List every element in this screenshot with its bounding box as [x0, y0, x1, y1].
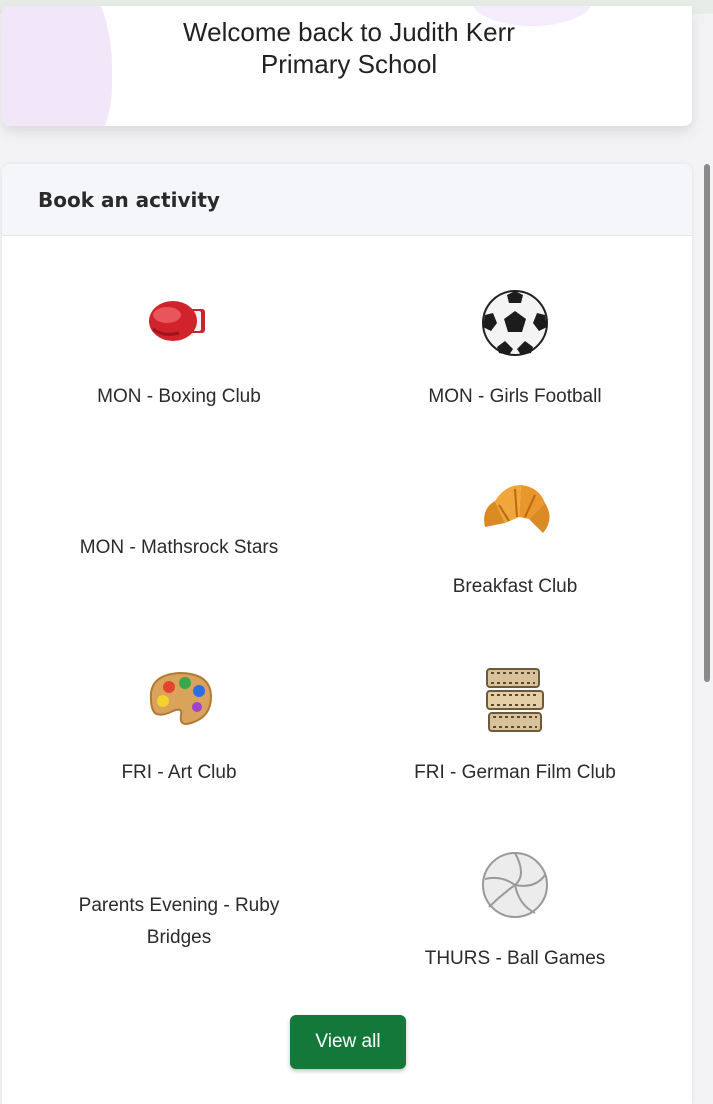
soccer-ball-icon — [482, 290, 548, 356]
welcome-card: Welcome back to Judith Kerr Primary Scho… — [2, 6, 692, 126]
activity-label: THURS - Ball Games — [424, 948, 606, 969]
activity-label: MON - Mathsrock Stars — [79, 537, 279, 558]
art-palette-icon — [149, 671, 213, 725]
view-all-button[interactable]: View all — [290, 1015, 406, 1069]
welcome-line-2: Primary School — [260, 49, 438, 79]
activity-label: MON - Girls Football — [428, 386, 602, 407]
welcome-title: Welcome back to Judith Kerr Primary Scho… — [2, 16, 692, 80]
boxing-glove-icon — [149, 301, 205, 341]
activity-tile-german-film-club[interactable]: FRI - German Film Club — [350, 659, 680, 789]
activity-label: FRI - German Film Club — [414, 762, 616, 783]
activity-label: MON - Boxing Club — [97, 386, 261, 407]
activity-tile-parents-evening[interactable]: Parents Evening - Ruby Bridges — [14, 890, 344, 954]
welcome-line-1: Welcome back to Judith Kerr — [183, 17, 515, 47]
scrollbar[interactable] — [704, 164, 710, 682]
activity-tile-ball-games[interactable]: THURS - Ball Games — [350, 845, 680, 975]
card-title: Book an activity — [38, 188, 220, 212]
activity-tile-art-club[interactable]: FRI - Art Club — [14, 659, 344, 789]
volleyball-icon — [482, 852, 548, 918]
activity-label: Parents Evening - Ruby Bridges — [78, 895, 280, 948]
activity-label: FRI - Art Club — [121, 762, 237, 783]
film-reel-icon — [486, 668, 544, 732]
activity-tile-boxing-club[interactable]: MON - Boxing Club — [14, 283, 344, 413]
activity-tile-mathsrock-stars[interactable]: MON - Mathsrock Stars — [14, 532, 344, 564]
activity-tile-breakfast-club[interactable]: Breakfast Club — [350, 473, 680, 603]
croissant-icon — [484, 485, 550, 533]
card-header: Book an activity — [2, 164, 692, 236]
activity-label: Breakfast Club — [452, 576, 578, 597]
activity-tile-girls-football[interactable]: MON - Girls Football — [350, 283, 680, 413]
